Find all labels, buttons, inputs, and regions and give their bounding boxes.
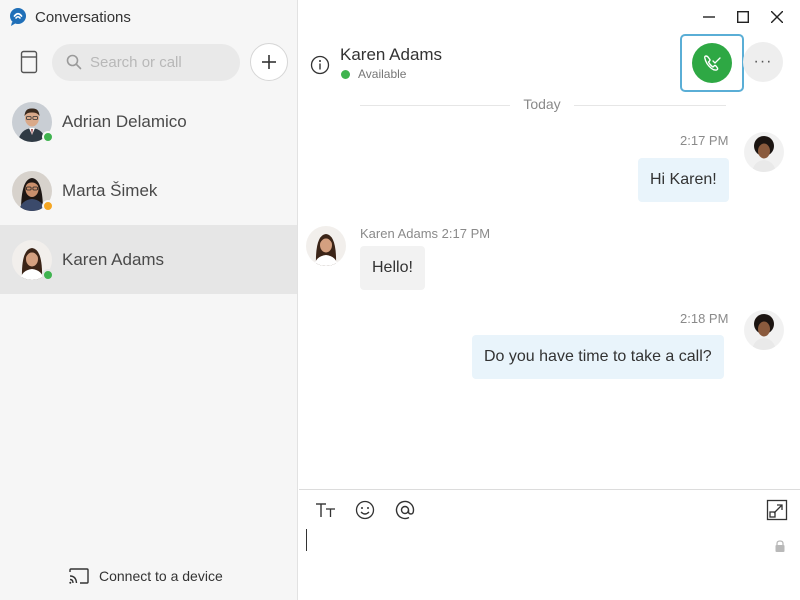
- status-dot: [341, 69, 350, 79]
- maximize-button[interactable]: [726, 6, 760, 28]
- message-input[interactable]: [305, 527, 765, 557]
- minimize-icon: [703, 16, 715, 18]
- avatar: [744, 132, 784, 172]
- status-line: Available: [340, 67, 442, 81]
- message-text: Hello!: [372, 259, 413, 276]
- avatar: [744, 310, 784, 350]
- conversation-item-adrian[interactable]: Adrian Delamico: [0, 87, 297, 156]
- avatar-wrap: [12, 101, 54, 143]
- message-time: 2:17 PM: [441, 226, 491, 241]
- app-title-text: Conversations: [35, 8, 131, 26]
- message-text: Hi Karen!: [650, 171, 717, 188]
- conversation-name: Karen Adams: [62, 249, 165, 269]
- call-button-focus[interactable]: [680, 34, 744, 92]
- maximize-icon: [737, 11, 749, 23]
- avatar: [306, 226, 346, 266]
- search-box[interactable]: [52, 43, 240, 81]
- emoji-icon: [355, 500, 375, 520]
- expand-compose-button[interactable]: [766, 499, 788, 521]
- text-format-button[interactable]: [315, 499, 355, 521]
- date-separator: Today: [360, 96, 726, 114]
- lock-icon: [775, 540, 785, 552]
- connect-device-button[interactable]: Connect to a device: [68, 567, 223, 585]
- cast-icon: [69, 568, 89, 584]
- close-icon: [771, 11, 783, 23]
- status-text: Available: [358, 67, 407, 81]
- conversations-pane: Conversations Search or call Adrian Dela…: [0, 0, 298, 600]
- call-button[interactable]: [692, 43, 732, 83]
- conversation-list: Adrian Delamico Marta Šimek Karen Adams: [0, 87, 297, 294]
- text-format-icon: [316, 503, 335, 517]
- conversation-item-marta[interactable]: Marta Šimek: [0, 156, 297, 225]
- message-time: 2:17 PM: [680, 133, 729, 148]
- date-separator-label: Today: [510, 96, 574, 112]
- left-toolbar: [14, 43, 290, 81]
- minimize-button[interactable]: [692, 6, 726, 28]
- message-sender: Karen Adams: [360, 226, 439, 241]
- message-text: Do you have time to take a call?: [484, 348, 712, 365]
- expand-icon: [766, 499, 788, 521]
- app-title: Conversations: [8, 6, 131, 28]
- presence-dot: [42, 268, 54, 281]
- avatar-wrap: [12, 239, 54, 281]
- mention-icon: [395, 500, 415, 520]
- conversation-item-karen[interactable]: Karen Adams: [0, 225, 297, 294]
- contact-name: Karen Adams: [340, 45, 443, 64]
- phone-icon: [704, 55, 721, 71]
- contacts-button[interactable]: [14, 43, 44, 81]
- mention-button[interactable]: [395, 499, 435, 521]
- plus-icon: [262, 55, 276, 69]
- search-icon: [66, 54, 82, 70]
- add-button[interactable]: [250, 43, 288, 81]
- info-icon[interactable]: [310, 55, 330, 75]
- app-logo-icon: [10, 8, 26, 26]
- chat-header: Karen Adams Available: [310, 44, 442, 81]
- presence-dot: [42, 199, 54, 212]
- conversation-name: Marta Šimek: [62, 180, 158, 200]
- compose-area: [299, 489, 800, 600]
- more-options-button[interactable]: ···: [743, 42, 783, 82]
- message-bubble-incoming: Hello!: [360, 246, 425, 290]
- message-bubble-outgoing: Do you have time to take a call?: [472, 335, 724, 379]
- connect-device-label: Connect to a device: [99, 568, 223, 584]
- text-caret: [306, 529, 307, 551]
- close-button[interactable]: [760, 6, 794, 28]
- compose-toolbar: [315, 499, 435, 521]
- emoji-button[interactable]: [355, 499, 395, 521]
- header-text: Karen Adams Available: [340, 44, 442, 81]
- conversation-name: Adrian Delamico: [62, 111, 187, 131]
- message-bubble-outgoing: Hi Karen!: [638, 158, 729, 202]
- window-controls: [692, 6, 794, 28]
- contacts-icon: [20, 50, 38, 74]
- message-sender-line: Karen Adams 2:17 PM: [360, 226, 490, 241]
- more-icon: ···: [753, 53, 773, 70]
- avatar-wrap: [12, 170, 54, 212]
- search-input[interactable]: [90, 53, 230, 71]
- presence-dot: [42, 130, 54, 143]
- message-time: 2:18 PM: [680, 311, 729, 326]
